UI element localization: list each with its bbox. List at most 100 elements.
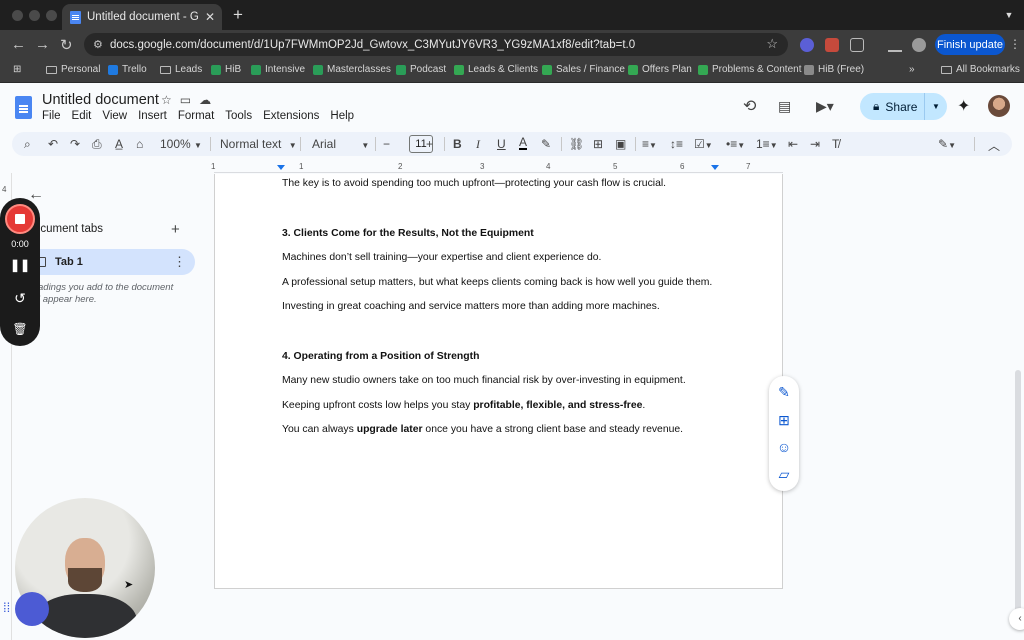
- new-tab-button[interactable]: +: [233, 5, 243, 25]
- checklist-icon[interactable]: ☑▼: [694, 137, 713, 151]
- insert-link-icon[interactable]: ⛓: [569, 137, 584, 151]
- bookmark-offers-plan[interactable]: Offers Plan: [628, 64, 692, 75]
- editing-mode-pencil-icon[interactable]: ✎▼: [938, 137, 956, 151]
- site-settings-icon[interactable]: ⚙: [93, 38, 103, 51]
- bookmark-sales-finance[interactable]: Sales / Finance: [542, 64, 625, 75]
- underline-icon[interactable]: U: [497, 137, 506, 151]
- share-button[interactable]: 🔒︎ Share ▼: [860, 93, 947, 120]
- body-paragraph[interactable]: Many new studio owners take on too much …: [282, 375, 686, 386]
- docs-logo-icon[interactable]: [15, 96, 32, 119]
- add-comment-icon[interactable]: ⊞: [593, 137, 603, 151]
- spellcheck-icon[interactable]: A̲: [115, 137, 123, 151]
- increase-indent-icon[interactable]: ⇥: [810, 137, 820, 151]
- browser-menu-icon[interactable]: ⋮: [1009, 37, 1021, 51]
- document-tab-item[interactable]: Tab 1 ⋮: [28, 249, 195, 275]
- comments-icon[interactable]: ▤: [778, 98, 791, 115]
- bookmark-masterclasses[interactable]: Masterclasses: [313, 64, 391, 75]
- delete-trash-icon[interactable]: 🗑︎: [0, 322, 40, 336]
- document-title[interactable]: Untitled document: [42, 92, 159, 108]
- insert-image-icon[interactable]: ▣: [615, 137, 626, 151]
- decrease-indent-icon[interactable]: ⇤: [788, 137, 798, 151]
- decrease-font-size-icon[interactable]: −: [383, 137, 390, 151]
- extension-icon[interactable]: [825, 38, 839, 52]
- tab-close-icon[interactable]: ✕: [205, 10, 215, 24]
- line-spacing-icon[interactable]: ↕≡: [670, 137, 683, 151]
- menu-view[interactable]: View: [102, 110, 132, 122]
- download-icon[interactable]: [888, 38, 902, 52]
- bookmark-star-icon[interactable]: ☆: [766, 36, 778, 52]
- bookmark-leads[interactable]: Leads: [160, 64, 202, 75]
- hide-menus-chevron-up-icon[interactable]: ︿: [988, 137, 1000, 154]
- menu-edit[interactable]: Edit: [72, 110, 97, 122]
- tab-search-chevron-icon[interactable]: ▼: [1000, 7, 1018, 23]
- document-page[interactable]: The key is to avoid spending too much up…: [214, 174, 783, 589]
- menu-tools[interactable]: Tools: [225, 110, 257, 122]
- section-heading[interactable]: 4. Operating from a Position of Strength: [282, 351, 479, 362]
- bookmark-intensive[interactable]: Intensive: [251, 64, 305, 75]
- menu-format[interactable]: Format: [178, 110, 219, 122]
- gemini-sparkle-icon[interactable]: ✦: [957, 96, 970, 116]
- stop-recording-button[interactable]: [5, 204, 35, 234]
- share-dropdown-chevron-icon[interactable]: ▼: [924, 93, 947, 120]
- bookmark-personal[interactable]: Personal: [46, 64, 100, 75]
- browser-tab[interactable]: Untitled document - Google D ✕: [62, 4, 222, 30]
- undo-icon[interactable]: ↶: [48, 137, 58, 151]
- horizontal-ruler[interactable]: 1 1 2 3 4 5 6 7: [211, 161, 783, 173]
- cloud-status-icon[interactable]: ☁: [199, 93, 211, 107]
- bookmark-podcast[interactable]: Podcast: [396, 64, 446, 75]
- tab-options-icon[interactable]: ⋮: [173, 254, 186, 270]
- extension-icon[interactable]: [800, 38, 814, 52]
- url-input[interactable]: ⚙ docs.google.com/document/d/1Up7FWMmOP2…: [84, 33, 788, 56]
- suggest-edits-icon[interactable]: ▱: [769, 466, 799, 483]
- menu-help[interactable]: Help: [330, 110, 359, 122]
- bookmark-trello[interactable]: Trello: [108, 64, 147, 75]
- vertical-scrollbar[interactable]: [1015, 370, 1021, 625]
- section-heading[interactable]: 3. Clients Come for the Results, Not the…: [282, 228, 534, 239]
- menu-extensions[interactable]: Extensions: [263, 110, 324, 122]
- account-avatar[interactable]: [988, 95, 1010, 117]
- bookmark-problems-content[interactable]: Problems & Content: [698, 64, 802, 75]
- restart-icon[interactable]: ↺: [0, 290, 40, 307]
- share-main[interactable]: 🔒︎ Share: [860, 99, 924, 114]
- search-menus-icon[interactable]: ⌕: [24, 137, 31, 152]
- zoom-select[interactable]: 100% ▼: [160, 137, 202, 151]
- body-paragraph[interactable]: You can always upgrade later once you ha…: [282, 424, 683, 435]
- forward-arrow-icon[interactable]: →: [35, 36, 50, 53]
- all-bookmarks[interactable]: All Bookmarks: [941, 64, 1020, 75]
- print-icon[interactable]: ⎙: [92, 137, 102, 152]
- bookmark-hib-free[interactable]: HiB (Free): [804, 64, 864, 75]
- paragraph-style-select[interactable]: Normal text ▼: [220, 137, 297, 151]
- highlight-color-icon[interactable]: ✎: [541, 137, 551, 151]
- puzzle-extensions-icon[interactable]: [850, 38, 864, 52]
- clear-formatting-icon[interactable]: T̸: [832, 137, 839, 151]
- emoji-reaction-icon[interactable]: ☺: [769, 439, 799, 455]
- italic-icon[interactable]: I: [476, 137, 480, 152]
- meet-camera-icon[interactable]: ▶▾: [816, 98, 834, 115]
- right-indent-marker[interactable]: [711, 165, 719, 170]
- finish-update-button[interactable]: Finish update: [935, 34, 1005, 55]
- menu-file[interactable]: File: [42, 110, 66, 122]
- bookmark-leads-clients[interactable]: Leads & Clients: [454, 64, 538, 75]
- body-paragraph[interactable]: Keeping upfront costs low helps you stay…: [282, 400, 645, 411]
- increase-font-size-icon[interactable]: +: [426, 137, 433, 151]
- window-close-dot[interactable]: [12, 10, 23, 21]
- move-folder-icon[interactable]: ▭: [180, 93, 191, 107]
- body-paragraph[interactable]: Investing in great coaching and service …: [282, 301, 660, 312]
- bold-icon[interactable]: B: [453, 137, 462, 151]
- help-me-write-icon[interactable]: ✎: [769, 384, 799, 401]
- star-icon[interactable]: ☆: [161, 93, 172, 107]
- body-paragraph[interactable]: The key is to avoid spending too much up…: [282, 178, 666, 189]
- numbered-list-icon[interactable]: 1≡▼: [756, 137, 778, 151]
- bookmarks-overflow-button[interactable]: »: [909, 64, 915, 75]
- side-panel-toggle-chevron-icon[interactable]: ‹: [1009, 608, 1024, 630]
- explore-button[interactable]: [15, 592, 49, 626]
- back-arrow-icon[interactable]: ←: [11, 36, 26, 53]
- window-maximize-dot[interactable]: [46, 10, 57, 21]
- reload-icon[interactable]: ↻: [60, 36, 73, 54]
- align-left-icon[interactable]: ≡▼: [642, 137, 657, 151]
- font-select[interactable]: Arial ▼: [312, 137, 369, 151]
- paint-format-icon[interactable]: ⌂: [136, 137, 143, 151]
- body-paragraph[interactable]: A professional setup matters, but what k…: [282, 277, 712, 288]
- left-indent-marker[interactable]: [277, 165, 285, 170]
- window-minimize-dot[interactable]: [29, 10, 40, 21]
